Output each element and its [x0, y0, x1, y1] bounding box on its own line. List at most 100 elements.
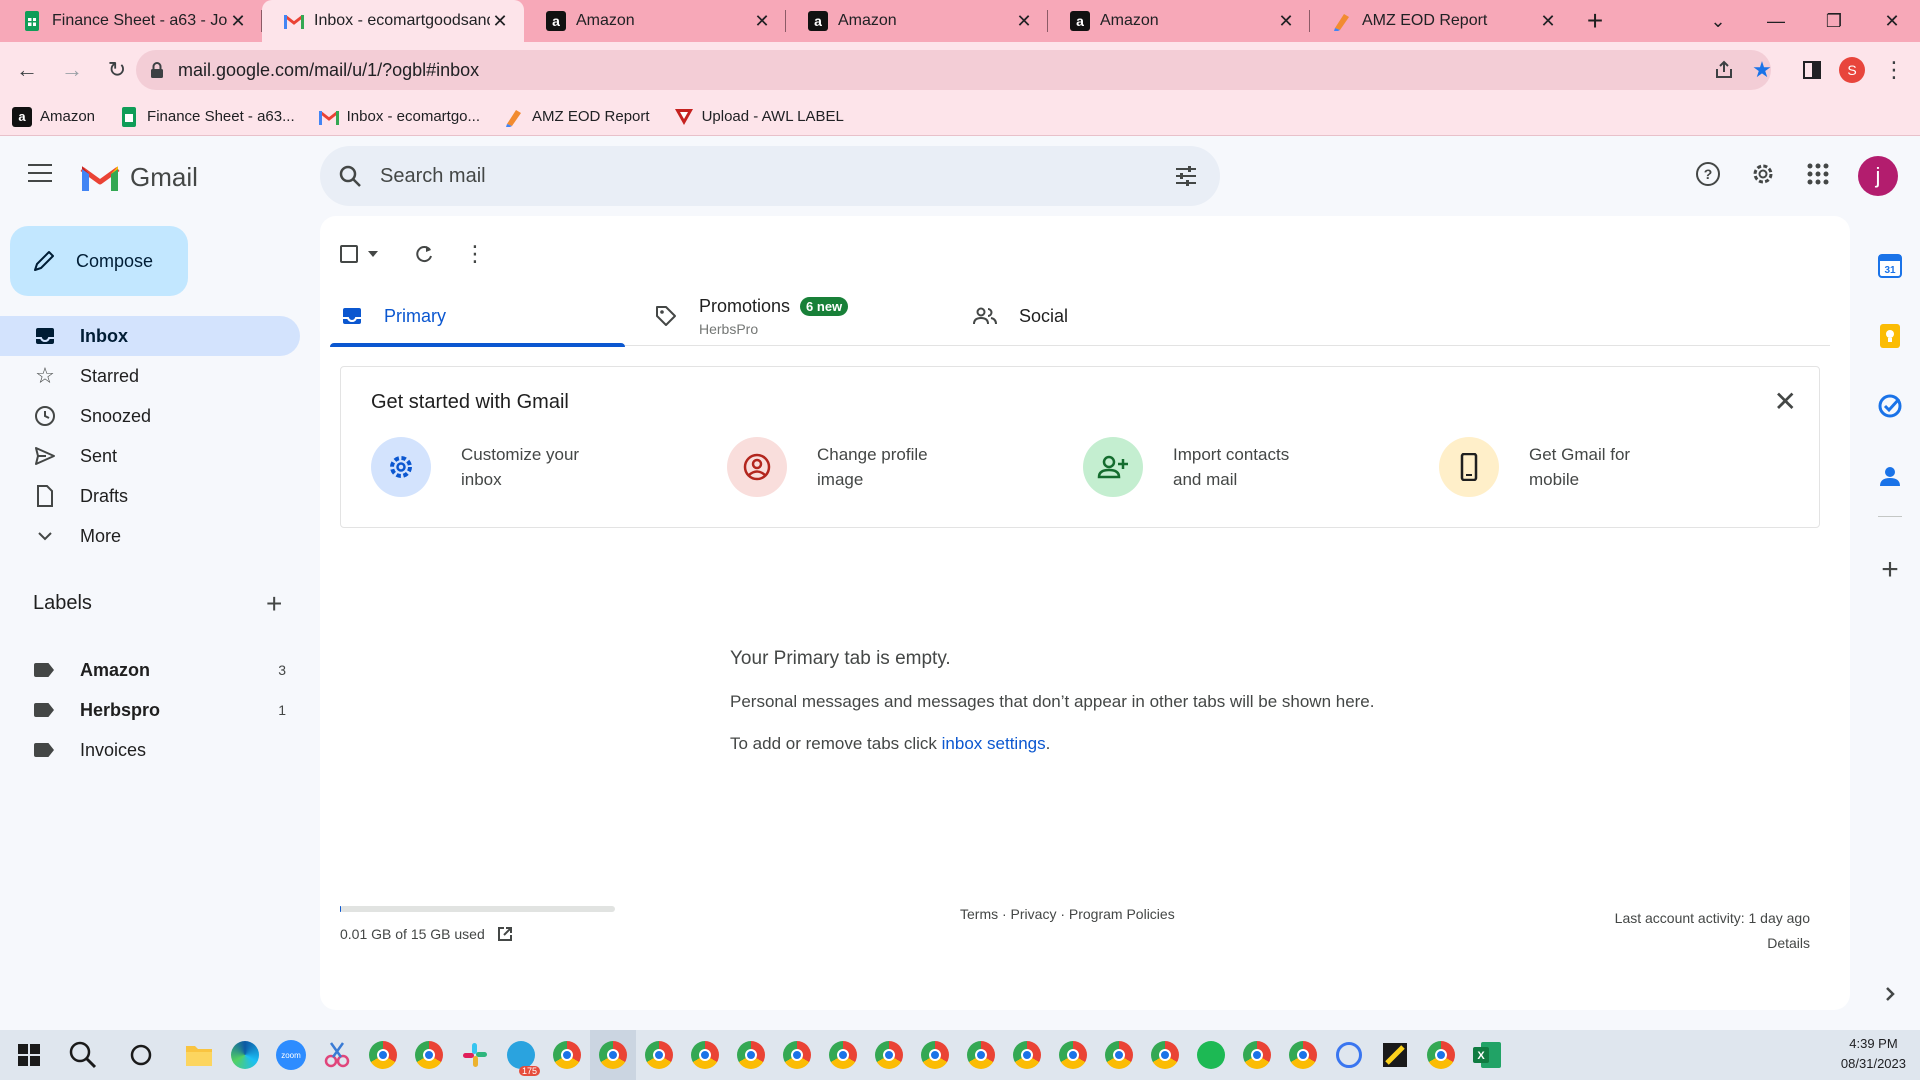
- sticky-notes-icon[interactable]: [1372, 1030, 1418, 1080]
- sidebar-item-starred[interactable]: ☆ Starred: [0, 356, 300, 396]
- chrome-icon[interactable]: [820, 1030, 866, 1080]
- label-herbspro[interactable]: Herbspro 1: [0, 690, 300, 730]
- chrome-icon[interactable]: [360, 1030, 406, 1080]
- browser-tab-inbox[interactable]: Inbox - ecomartgoodsands ✕: [262, 0, 524, 42]
- telegram-icon[interactable]: 175: [498, 1030, 544, 1080]
- main-menu-icon[interactable]: [28, 164, 52, 182]
- add-addon-icon[interactable]: +: [1872, 552, 1908, 588]
- select-all-checkbox[interactable]: [340, 245, 358, 263]
- browser-tab-amazon-2[interactable]: a Amazon ✕: [786, 0, 1048, 42]
- search-bar[interactable]: Search mail: [320, 146, 1220, 206]
- get-started-import[interactable]: Import contacts and mail: [1083, 437, 1313, 497]
- chrome-icon[interactable]: [1096, 1030, 1142, 1080]
- tab-search-icon[interactable]: ⌄: [1690, 0, 1746, 42]
- maximize-button[interactable]: ❐: [1806, 0, 1862, 42]
- minimize-button[interactable]: —: [1748, 0, 1804, 42]
- chat-icon[interactable]: [1326, 1030, 1372, 1080]
- search-icon[interactable]: [338, 164, 362, 188]
- inbox-settings-link[interactable]: inbox settings: [942, 734, 1046, 753]
- chrome-icon[interactable]: [544, 1030, 590, 1080]
- tab-close-icon[interactable]: ✕: [1276, 11, 1296, 32]
- get-started-mobile[interactable]: Get Gmail for mobile: [1439, 437, 1669, 497]
- slack-icon[interactable]: [452, 1030, 498, 1080]
- back-button[interactable]: ←: [9, 52, 45, 88]
- browser-tab-amazon-1[interactable]: a Amazon ✕: [524, 0, 786, 42]
- chrome-icon[interactable]: [590, 1030, 636, 1080]
- contacts-icon[interactable]: [1872, 458, 1908, 494]
- tab-close-icon[interactable]: ✕: [490, 11, 510, 32]
- tab-close-icon[interactable]: ✕: [1538, 11, 1558, 32]
- select-dropdown-icon[interactable]: [368, 251, 378, 257]
- address-bar[interactable]: mail.google.com/mail/u/1/?ogbl#inbox: [136, 50, 1771, 90]
- chrome-icon[interactable]: [774, 1030, 820, 1080]
- more-options-icon[interactable]: ⋮: [464, 241, 486, 267]
- add-label-icon[interactable]: +: [266, 588, 282, 620]
- search-options-icon[interactable]: [1174, 164, 1198, 188]
- storage-text[interactable]: 0.01 GB of 15 GB used: [340, 926, 485, 942]
- bookmark-amazon[interactable]: a Amazon: [12, 106, 95, 127]
- forward-button[interactable]: →: [54, 52, 90, 88]
- browser-menu-icon[interactable]: ⋮: [1880, 56, 1908, 84]
- keep-icon[interactable]: [1872, 318, 1908, 354]
- sidebar-item-sent[interactable]: Sent: [0, 436, 300, 476]
- tab-primary[interactable]: Primary: [330, 286, 625, 347]
- gmail-logo[interactable]: Gmail: [80, 162, 198, 193]
- get-started-profile-image[interactable]: Change profile image: [727, 437, 957, 497]
- sidebar-item-more[interactable]: More: [0, 516, 300, 556]
- apps-grid-icon[interactable]: [1802, 158, 1834, 190]
- chrome-icon[interactable]: [406, 1030, 452, 1080]
- new-tab-button[interactable]: +: [1572, 0, 1618, 42]
- close-icon[interactable]: ✕: [1774, 385, 1797, 418]
- label-amazon[interactable]: Amazon 3: [0, 650, 300, 690]
- compose-button[interactable]: Compose: [10, 226, 188, 296]
- chrome-icon[interactable]: [912, 1030, 958, 1080]
- side-panel-icon[interactable]: [1798, 56, 1826, 84]
- chrome-icon[interactable]: [728, 1030, 774, 1080]
- chevron-right-icon[interactable]: [1872, 976, 1908, 1012]
- tab-close-icon[interactable]: ✕: [228, 11, 248, 32]
- close-window-button[interactable]: ✕: [1864, 0, 1920, 42]
- sidebar-item-snoozed[interactable]: Snoozed: [0, 396, 300, 436]
- sidebar-item-inbox[interactable]: Inbox: [0, 316, 300, 356]
- spotify-icon[interactable]: [1188, 1030, 1234, 1080]
- settings-gear-icon[interactable]: [1747, 158, 1779, 190]
- excel-icon[interactable]: X: [1464, 1030, 1510, 1080]
- refresh-icon[interactable]: [414, 244, 434, 264]
- label-invoices[interactable]: Invoices: [0, 730, 300, 770]
- get-started-customize[interactable]: Customize your inbox: [371, 437, 601, 497]
- tab-promotions[interactable]: Promotions 6 new HerbsPro: [655, 286, 955, 346]
- profile-avatar[interactable]: S: [1838, 56, 1866, 84]
- bookmark-star-icon[interactable]: ★: [1748, 56, 1776, 84]
- chrome-icon[interactable]: [1142, 1030, 1188, 1080]
- share-icon[interactable]: [1710, 56, 1738, 84]
- activity-details-link[interactable]: Details: [1615, 931, 1810, 956]
- tab-close-icon[interactable]: ✕: [752, 11, 772, 32]
- zoom-icon[interactable]: zoom: [268, 1030, 314, 1080]
- browser-tab-amazon-3[interactable]: a Amazon ✕: [1048, 0, 1310, 42]
- account-avatar[interactable]: j: [1858, 156, 1898, 196]
- chrome-icon[interactable]: [636, 1030, 682, 1080]
- windows-start-icon[interactable]: [6, 1030, 52, 1080]
- browser-tab-eod-report[interactable]: AMZ EOD Report ✕: [1310, 0, 1572, 42]
- edge-icon[interactable]: [222, 1030, 268, 1080]
- footer-policy-links[interactable]: Terms · Privacy · Program Policies: [960, 906, 1175, 922]
- system-clock[interactable]: 4:39 PM 08/31/2023: [1841, 1034, 1906, 1074]
- reload-button[interactable]: ↻: [99, 52, 135, 88]
- bookmark-eod-report[interactable]: AMZ EOD Report: [504, 107, 650, 127]
- chrome-icon[interactable]: [1004, 1030, 1050, 1080]
- file-explorer-icon[interactable]: [176, 1030, 222, 1080]
- chrome-icon[interactable]: [1418, 1030, 1464, 1080]
- external-link-icon[interactable]: [497, 926, 513, 942]
- chrome-icon[interactable]: [1234, 1030, 1280, 1080]
- tab-social[interactable]: Social: [973, 286, 1273, 346]
- chrome-icon[interactable]: [1050, 1030, 1096, 1080]
- search-icon[interactable]: [60, 1030, 106, 1080]
- search-input[interactable]: Search mail: [380, 165, 486, 188]
- bookmark-awl-label[interactable]: Upload - AWL LABEL: [674, 107, 844, 127]
- chrome-icon[interactable]: [958, 1030, 1004, 1080]
- help-icon[interactable]: ?: [1692, 158, 1724, 190]
- bookmark-finance-sheet[interactable]: Finance Sheet - a63...: [119, 106, 295, 127]
- tasks-icon[interactable]: [1872, 388, 1908, 424]
- bookmark-inbox[interactable]: Inbox - ecomartgo...: [318, 107, 480, 127]
- chrome-icon[interactable]: [866, 1030, 912, 1080]
